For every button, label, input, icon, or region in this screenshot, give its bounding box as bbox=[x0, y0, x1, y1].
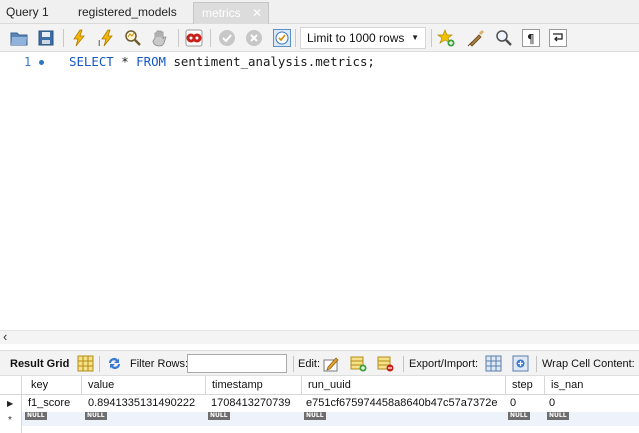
sql-keyword-from: FROM bbox=[136, 54, 166, 69]
cell-step[interactable]: 0 bbox=[506, 396, 545, 411]
limit-rows-value: Limit to 1000 rows bbox=[307, 31, 405, 45]
toggle-stop-on-error-icon[interactable] bbox=[185, 29, 203, 47]
cell-is-nan[interactable]: 0 bbox=[545, 396, 639, 411]
svg-text:I: I bbox=[98, 39, 100, 47]
query-tab-strip: Query 1 registered_models metrics ✕ bbox=[0, 0, 639, 24]
toolbar-separator bbox=[403, 356, 404, 372]
refresh-icon[interactable] bbox=[106, 355, 123, 372]
import-icon[interactable] bbox=[512, 355, 529, 372]
column-header-timestamp[interactable]: timestamp bbox=[206, 376, 302, 395]
toolbar-separator bbox=[99, 356, 100, 372]
chevron-down-icon: ▼ bbox=[411, 33, 419, 42]
cell-key[interactable]: f1_score bbox=[24, 396, 82, 411]
toolbar-separator bbox=[431, 29, 432, 47]
new-row-selector[interactable]: * bbox=[0, 412, 22, 433]
scroll-left-icon[interactable]: ‹ bbox=[3, 329, 7, 344]
statement-marker-icon bbox=[39, 60, 44, 65]
column-header-key[interactable]: key bbox=[22, 376, 82, 395]
open-sql-folder-icon[interactable] bbox=[10, 29, 28, 47]
results-table: key value timestamp run_uuid step is_nan… bbox=[0, 376, 639, 433]
row-header-corner bbox=[0, 376, 22, 395]
cell-value[interactable]: 0.8941335131490222 bbox=[84, 396, 206, 411]
editor-horizontal-scrollbar[interactable]: ‹ bbox=[0, 329, 639, 344]
invisible-chars-pilcrow-icon[interactable]: ¶ bbox=[522, 29, 540, 47]
toolbar-separator bbox=[536, 356, 537, 372]
column-header-run-uuid[interactable]: run_uuid bbox=[302, 376, 506, 395]
null-badge: NULL bbox=[508, 412, 530, 420]
toolbar-separator bbox=[293, 356, 294, 372]
auto-commit-icon[interactable] bbox=[273, 29, 291, 47]
result-grid-label: Result Grid bbox=[10, 358, 70, 370]
wrap-cell-content-label: Wrap Cell Content: bbox=[542, 358, 635, 370]
current-row-arrow-icon: ▶ bbox=[7, 399, 14, 408]
toolbar-separator bbox=[178, 29, 179, 47]
sql-editor[interactable]: 1 SELECT * FROM sentiment_analysis.metri… bbox=[0, 52, 639, 330]
svg-text:¶: ¶ bbox=[527, 32, 535, 46]
grid-view-icon[interactable] bbox=[77, 355, 94, 372]
edit-row-icon[interactable] bbox=[323, 355, 340, 372]
null-badge: NULL bbox=[25, 412, 47, 420]
tab-label: metrics bbox=[202, 6, 241, 20]
line-number: 1 bbox=[24, 55, 32, 69]
delete-row-icon[interactable] bbox=[377, 355, 394, 372]
sql-editor-toolbar: I Limit to 1000 rows ▼ ¶ bbox=[0, 24, 639, 52]
tab-label: Query 1 bbox=[6, 5, 49, 19]
sql-code-line[interactable]: SELECT * FROM sentiment_analysis.metrics… bbox=[69, 54, 375, 69]
toolbar-separator bbox=[295, 29, 296, 47]
execute-lightning-icon[interactable] bbox=[70, 29, 88, 47]
sql-table-name: sentiment_analysis.metrics; bbox=[166, 54, 375, 69]
new-row-star-icon: * bbox=[8, 415, 12, 426]
result-grid-toolbar: Result Grid Filter Rows: Edit: Export/Im… bbox=[0, 350, 639, 376]
column-header-is-nan[interactable]: is_nan bbox=[545, 376, 639, 395]
beautify-broom-icon[interactable] bbox=[467, 29, 485, 47]
commit-check-icon[interactable] bbox=[218, 29, 236, 47]
null-badge: NULL bbox=[85, 412, 107, 420]
filter-rows-input[interactable] bbox=[187, 354, 287, 373]
export-import-label: Export/Import: bbox=[409, 358, 479, 370]
toolbar-separator bbox=[210, 29, 211, 47]
tab-registered-models[interactable]: registered_models bbox=[78, 0, 177, 24]
row-selector[interactable]: ▶ bbox=[0, 395, 22, 412]
add-snippet-star-icon[interactable] bbox=[437, 29, 455, 47]
null-badge: NULL bbox=[304, 412, 326, 420]
add-row-icon[interactable] bbox=[350, 355, 367, 372]
toolbar-separator bbox=[63, 29, 64, 47]
close-tab-icon[interactable]: ✕ bbox=[252, 3, 262, 23]
null-badge: NULL bbox=[208, 412, 230, 420]
export-icon[interactable] bbox=[485, 355, 502, 372]
column-header-step[interactable]: step bbox=[506, 376, 545, 395]
stop-hand-icon[interactable] bbox=[151, 29, 169, 47]
find-magnifier-icon[interactable] bbox=[495, 29, 513, 47]
tab-query-1[interactable]: Query 1 bbox=[6, 0, 49, 24]
edit-label: Edit: bbox=[298, 358, 321, 370]
tab-metrics[interactable]: metrics ✕ bbox=[193, 2, 269, 24]
rollback-cancel-icon[interactable] bbox=[245, 29, 263, 47]
execute-current-lightning-icon[interactable]: I bbox=[97, 29, 115, 47]
filter-rows-label: Filter Rows: bbox=[130, 358, 189, 370]
save-disk-icon[interactable] bbox=[37, 29, 55, 47]
null-badge: NULL bbox=[547, 412, 569, 420]
explain-magnifier-icon[interactable] bbox=[124, 29, 142, 47]
cell-timestamp[interactable]: 1708413270739 bbox=[207, 396, 302, 411]
wrap-lines-icon[interactable] bbox=[549, 29, 567, 47]
sql-token-star: * bbox=[113, 54, 137, 69]
sql-keyword-select: SELECT bbox=[69, 54, 114, 69]
tab-label: registered_models bbox=[78, 5, 177, 19]
cell-run-uuid[interactable]: e751cf675974458a8640b47c57a7372e bbox=[302, 396, 506, 411]
limit-rows-select[interactable]: Limit to 1000 rows ▼ bbox=[300, 27, 426, 49]
column-header-value[interactable]: value bbox=[82, 376, 206, 395]
